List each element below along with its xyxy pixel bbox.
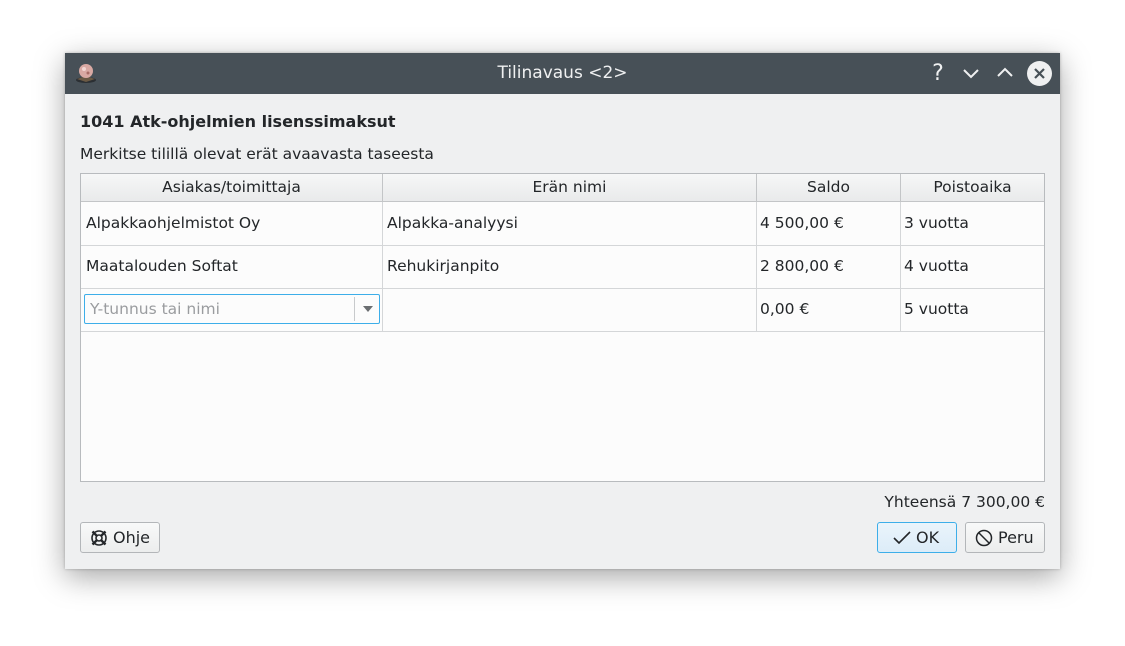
table-row[interactable]: Maatalouden Softat Rehukirjanpito 2 800,… [81, 245, 1044, 289]
cancel-button[interactable]: Peru [965, 522, 1045, 553]
table-row-new[interactable]: 0,00 € 5 vuotta [81, 288, 1044, 332]
window-title: Tilinavaus <2> [497, 63, 628, 83]
cell-name[interactable]: Rehukirjanpito [383, 245, 757, 288]
help-icon[interactable]: ? [925, 60, 951, 86]
column-header-period[interactable]: Poistoaika [901, 174, 1044, 201]
help-button-label: Ohje [113, 528, 151, 547]
combo-divider [354, 297, 355, 321]
total-label: Yhteensä 7 300,00 € [884, 493, 1045, 511]
table-row[interactable]: Alpakkaohjelmistot Oy Alpakka-analyysi 4… [81, 202, 1044, 246]
cell-party-editor[interactable] [81, 288, 383, 331]
close-icon[interactable] [1027, 61, 1052, 86]
cell-party[interactable]: Maatalouden Softat [81, 245, 383, 288]
column-header-party[interactable]: Asiakas/toimittaja [81, 174, 383, 201]
cell-party[interactable]: Alpakkaohjelmistot Oy [81, 202, 383, 245]
chevron-down-icon[interactable] [958, 60, 984, 86]
title-bar[interactable]: Tilinavaus <2> ? [65, 53, 1060, 94]
dropdown-arrow-icon[interactable] [357, 295, 379, 323]
instruction-text: Merkitse tilillä olevat erät avaavasta t… [80, 145, 434, 163]
account-heading: 1041 Atk-ohjelmien lisenssimaksut [80, 112, 396, 131]
party-combobox[interactable] [84, 294, 380, 324]
cell-period[interactable]: 3 vuotta [901, 202, 1044, 245]
ok-button-label: OK [916, 528, 940, 547]
cell-period[interactable]: 4 vuotta [901, 245, 1044, 288]
table-header: Asiakas/toimittaja Erän nimi Saldo Poist… [81, 174, 1044, 202]
column-header-balance[interactable]: Saldo [757, 174, 901, 201]
cancel-button-label: Peru [998, 528, 1034, 547]
lifebuoy-icon [91, 529, 107, 546]
chevron-up-icon[interactable] [992, 60, 1018, 86]
dialog-window: Tilinavaus <2> ? 1041 Atk-ohjelmien lise… [65, 53, 1060, 569]
items-table[interactable]: Asiakas/toimittaja Erän nimi Saldo Poist… [80, 173, 1045, 482]
cell-name[interactable] [383, 288, 757, 331]
cell-balance[interactable]: 4 500,00 € [757, 202, 901, 245]
party-search-input[interactable] [87, 295, 355, 323]
cell-name[interactable]: Alpakka-analyysi [383, 202, 757, 245]
cell-balance[interactable]: 2 800,00 € [757, 245, 901, 288]
cancel-icon [975, 529, 993, 546]
cell-balance[interactable]: 0,00 € [757, 288, 901, 331]
help-button[interactable]: Ohje [80, 522, 160, 553]
ok-button[interactable]: OK [877, 522, 957, 553]
cell-period[interactable]: 5 vuotta [901, 288, 1044, 331]
column-header-name[interactable]: Erän nimi [383, 174, 757, 201]
checkmark-icon [893, 530, 911, 544]
